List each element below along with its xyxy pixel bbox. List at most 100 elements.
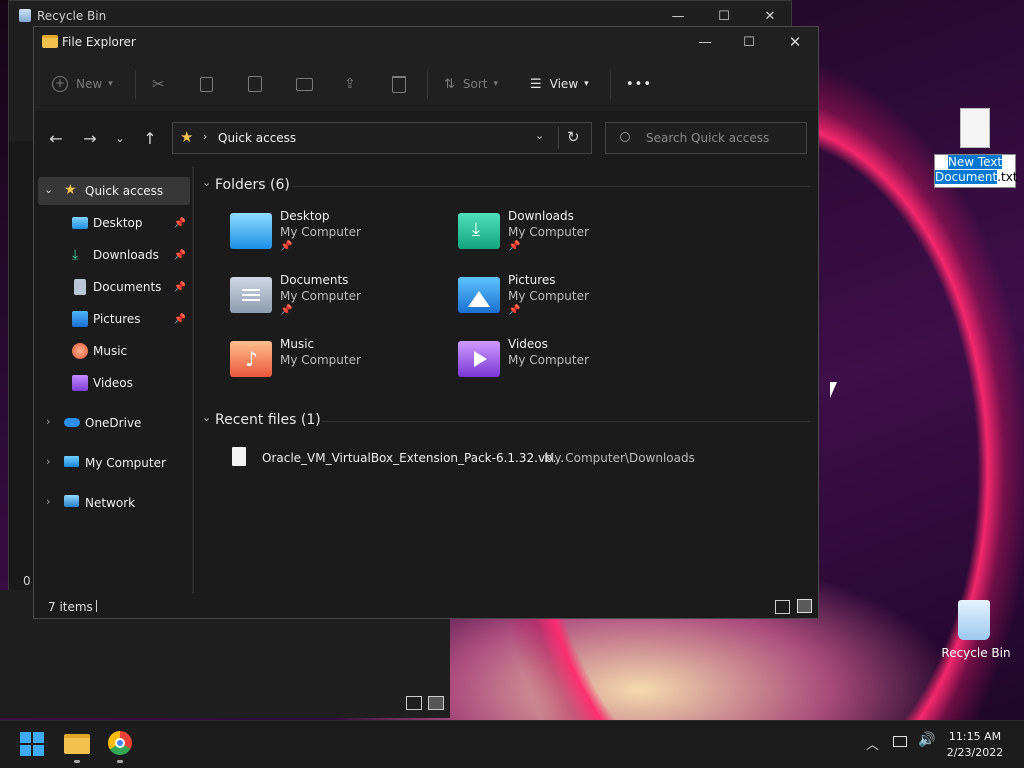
sort-button[interactable]: ⇅ Sort ▾ xyxy=(444,69,498,99)
folder-icon xyxy=(64,734,90,754)
text-file-icon xyxy=(960,108,990,148)
details-view-icon[interactable] xyxy=(406,696,422,710)
folder-tile-downloads[interactable]: ⤓ Downloads My Computer 📌 xyxy=(458,209,678,269)
tiles-view-icon[interactable] xyxy=(428,696,444,710)
cloud-icon xyxy=(64,418,80,427)
folder-location: My Computer xyxy=(508,353,589,367)
videos-icon xyxy=(72,375,88,391)
sidebar-item-network[interactable]: › Network xyxy=(38,489,190,517)
paste-button[interactable] xyxy=(248,69,262,99)
clock-date[interactable]: 2/23/2022 xyxy=(940,746,1010,759)
rename-extension: .txt xyxy=(997,170,1018,184)
clock-time[interactable]: 11:15 AM xyxy=(940,730,1010,743)
sidebar-item-desktop[interactable]: Desktop 📌 xyxy=(38,209,190,237)
maximize-button[interactable]: ☐ xyxy=(726,27,772,57)
sidebar-item-onedrive[interactable]: › OneDrive xyxy=(38,409,190,437)
tiles-view-icon[interactable] xyxy=(797,599,812,613)
rename-selected-line1: New Text xyxy=(947,155,1003,169)
trash-icon xyxy=(392,75,406,93)
folders-section-title[interactable]: Folders (6) xyxy=(215,177,290,193)
taskbar-chrome[interactable] xyxy=(108,731,134,763)
recent-locations-button[interactable]: ⌄ xyxy=(106,124,134,152)
recent-collapse-icon[interactable]: ⌄ xyxy=(202,411,211,424)
view-label: View xyxy=(549,77,579,91)
explorer-titlebar[interactable]: File Explorer — ☐ ✕ xyxy=(34,27,818,57)
rename-button[interactable] xyxy=(296,69,313,99)
recycle-bin-icon xyxy=(958,600,990,640)
chevron-down-icon[interactable]: ⌄ xyxy=(535,129,544,142)
recycle-bin-title: Recycle Bin xyxy=(37,9,107,23)
recent-file-row[interactable]: Oracle_VM_VirtualBox_Extension_Pack-6.1.… xyxy=(230,447,790,471)
folder-tile-pictures[interactable]: Pictures My Computer 📌 xyxy=(458,273,678,333)
recent-section-title[interactable]: Recent files (1) xyxy=(215,412,321,428)
sidebar-item-label: Quick access xyxy=(85,184,164,198)
folder-tile-videos[interactable]: Videos My Computer xyxy=(458,337,678,397)
toolbar-separator xyxy=(427,71,428,99)
documents-icon xyxy=(74,279,86,295)
new-button[interactable]: + New ▾ xyxy=(52,69,113,99)
search-box[interactable]: Search Quick access xyxy=(605,122,807,154)
copy-button[interactable] xyxy=(200,69,213,99)
sidebar-item-music[interactable]: Music xyxy=(38,337,190,365)
more-icon: ••• xyxy=(626,76,653,92)
desktop-icon-recycle-bin[interactable]: Recycle Bin xyxy=(940,596,1012,662)
show-hidden-icons-chevron-icon[interactable]: ︿ xyxy=(866,734,879,753)
chevron-down-icon: ⌄ xyxy=(44,183,54,196)
sidebar-item-quick-access[interactable]: ⌄ ★ Quick access xyxy=(38,177,190,205)
folder-location: My Computer xyxy=(280,353,361,367)
chevron-down-icon: ▾ xyxy=(493,79,499,89)
up-button[interactable]: ↑ xyxy=(136,124,164,152)
folder-location: My Computer xyxy=(280,225,361,239)
desktop-icon-new-text-document[interactable]: New Text Document.txt xyxy=(932,106,1018,190)
sidebar-item-pictures[interactable]: Pictures 📌 xyxy=(38,305,190,333)
sidebar-item-downloads[interactable]: ⤓ Downloads 📌 xyxy=(38,241,190,269)
sidebar-item-label: Documents xyxy=(93,280,162,294)
music-folder-icon: ♪ xyxy=(230,341,272,377)
minimize-button[interactable]: — xyxy=(682,27,728,57)
copy-icon xyxy=(200,76,213,92)
cut-button[interactable]: ✂ xyxy=(152,69,165,99)
folders-collapse-icon[interactable]: ⌄ xyxy=(202,176,211,189)
details-view-icon[interactable] xyxy=(775,600,790,614)
pin-icon: 📌 xyxy=(173,217,186,229)
view-button[interactable]: ☰ View ▾ xyxy=(530,69,589,99)
sidebar-item-my-computer[interactable]: › My Computer xyxy=(38,449,190,477)
mouse-cursor xyxy=(830,382,837,398)
network-status-icon[interactable] xyxy=(893,736,907,747)
recycle-bin-left-pane xyxy=(9,141,36,591)
folder-tile-desktop[interactable]: Desktop My Computer 📌 xyxy=(230,209,450,269)
address-text: Quick access xyxy=(218,131,297,145)
volume-icon[interactable]: 🔊 xyxy=(918,732,935,748)
address-bar[interactable]: ★ › Quick access ⌄ ↻ xyxy=(172,122,592,154)
taskbar-file-explorer[interactable] xyxy=(64,732,90,763)
start-button[interactable] xyxy=(20,732,44,756)
back-button[interactable]: ← xyxy=(42,124,70,152)
sidebar-item-videos[interactable]: Videos xyxy=(38,369,190,397)
folder-tile-music[interactable]: ♪ Music My Computer xyxy=(230,337,450,397)
sidebar-item-label: Network xyxy=(85,496,136,510)
pane-splitter[interactable] xyxy=(192,167,194,593)
paste-icon xyxy=(248,76,262,92)
downloads-folder-icon: ⤓ xyxy=(458,213,500,249)
folder-name: Music xyxy=(280,337,315,351)
arrow-right-icon: → xyxy=(83,128,97,148)
rename-field[interactable]: New Text Document.txt xyxy=(934,154,1018,188)
refresh-icon[interactable]: ↻ xyxy=(567,128,580,146)
close-button[interactable]: ✕ xyxy=(772,27,818,57)
folder-tile-documents[interactable]: Documents My Computer 📌 xyxy=(230,273,450,333)
sidebar-item-documents[interactable]: Documents 📌 xyxy=(38,273,190,301)
share-button[interactable]: ⇪ xyxy=(344,69,356,99)
folder-app-icon xyxy=(42,35,58,48)
music-icon xyxy=(72,343,88,359)
star-icon: ★ xyxy=(64,182,77,198)
chevron-right-icon: › xyxy=(46,415,51,428)
forward-button[interactable]: → xyxy=(76,124,104,152)
folder-name: Desktop xyxy=(280,209,330,223)
delete-button[interactable] xyxy=(392,69,406,99)
more-options-button[interactable]: ••• xyxy=(626,69,652,99)
computer-icon xyxy=(64,456,79,467)
folder-location: My Computer xyxy=(280,289,361,303)
folder-name: Documents xyxy=(280,273,349,287)
sidebar-item-label: Pictures xyxy=(93,312,141,326)
downloads-icon: ⤓ xyxy=(72,247,79,263)
